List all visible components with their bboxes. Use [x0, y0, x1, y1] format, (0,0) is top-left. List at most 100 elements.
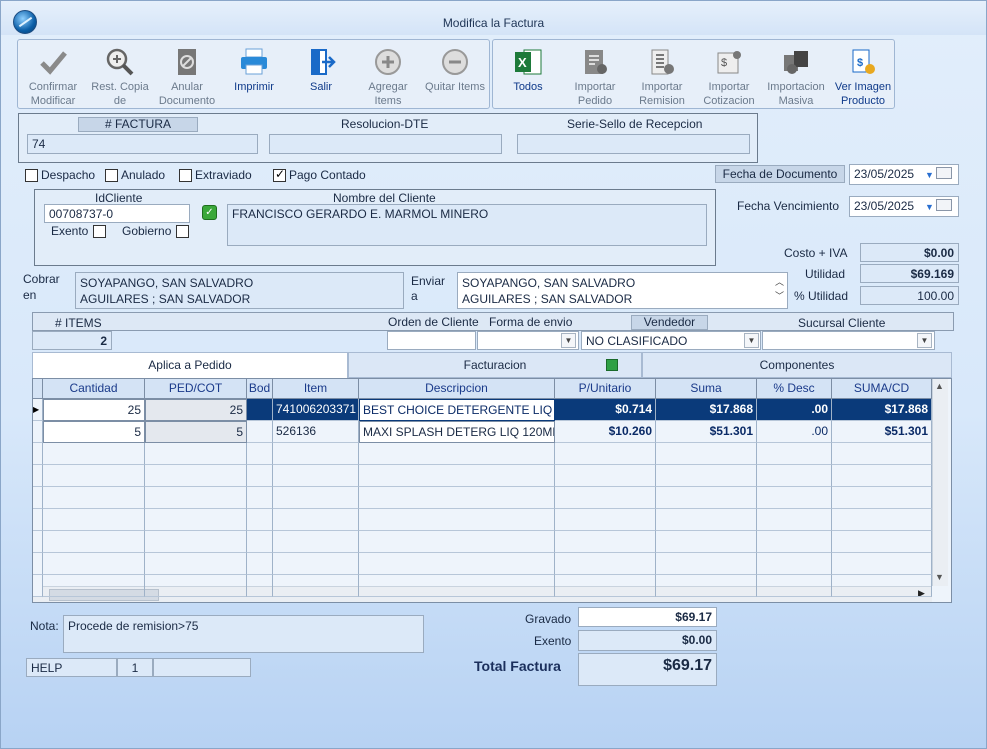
grid-cell[interactable]: [273, 443, 359, 465]
grid-cell[interactable]: [359, 509, 555, 531]
grid-cell[interactable]: [247, 421, 273, 443]
chevron-down-icon[interactable]: ▼: [561, 333, 576, 348]
grid-cell[interactable]: [273, 465, 359, 487]
grid-cell[interactable]: [247, 531, 273, 553]
column-header[interactable]: % Desc: [757, 379, 832, 399]
grid-cell[interactable]: [145, 531, 247, 553]
grid-cell[interactable]: [555, 575, 656, 597]
row-selector[interactable]: [33, 509, 43, 531]
despacho-checkbox[interactable]: [25, 169, 38, 182]
resolucion-field[interactable]: [269, 134, 502, 154]
row-selector[interactable]: [33, 421, 43, 443]
grid-cell[interactable]: MAXI SPLASH DETERG LIQ 120ML: [359, 421, 555, 443]
grid-cell[interactable]: [359, 531, 555, 553]
grid-cell[interactable]: [359, 487, 555, 509]
grid-cell[interactable]: [273, 553, 359, 575]
grid-cell[interactable]: [359, 575, 555, 597]
grid-cell[interactable]: 25: [145, 399, 247, 421]
scroll-down-icon[interactable]: ▼: [935, 572, 944, 582]
grid-cell[interactable]: $0.714: [555, 399, 656, 421]
row-selector[interactable]: [33, 487, 43, 509]
factura-number-field[interactable]: 74: [27, 134, 258, 154]
quitar-items-button[interactable]: Quitar Items: [422, 44, 488, 108]
nombre-cliente-field[interactable]: FRANCISCO GERARDO E. MARMOL MINERO: [227, 204, 707, 246]
date-dropdown-icon[interactable]: ▼: [925, 170, 934, 180]
restaurar-copia-button[interactable]: Rest. Copia de: [87, 44, 153, 108]
pago-contado-checkbox[interactable]: [273, 167, 286, 182]
column-header[interactable]: Suma: [656, 379, 757, 399]
grid-cell[interactable]: [247, 509, 273, 531]
date-dropdown-icon[interactable]: ▼: [925, 202, 934, 212]
grid-cell[interactable]: [273, 509, 359, 531]
grid-cell[interactable]: [247, 399, 273, 421]
grid-cell[interactable]: [656, 465, 757, 487]
grid-cell[interactable]: [757, 509, 832, 531]
grid-cell[interactable]: [555, 509, 656, 531]
address-scroll-icon[interactable]: ︿ ﹀: [775, 275, 784, 303]
imprimir-button[interactable]: Imprimir: [221, 44, 287, 108]
ver-imagen-producto-button[interactable]: $ Ver Imagen Producto: [830, 44, 896, 108]
grid-cell[interactable]: [757, 531, 832, 553]
column-header[interactable]: Descripcion: [359, 379, 555, 399]
grid-cell[interactable]: 741006203371: [273, 399, 359, 421]
column-header[interactable]: Bod: [247, 379, 273, 399]
grid-cell[interactable]: [757, 553, 832, 575]
column-header[interactable]: Item: [273, 379, 359, 399]
column-header[interactable]: Cantidad: [43, 379, 145, 399]
grid-cell[interactable]: [832, 509, 932, 531]
grid-cell[interactable]: [757, 465, 832, 487]
grid-cell[interactable]: [145, 443, 247, 465]
grid-cell[interactable]: BEST CHOICE DETERGENTE LIQ: [359, 399, 555, 421]
idcliente-field[interactable]: 00708737-0: [44, 204, 190, 223]
grid-cell[interactable]: .00: [757, 399, 832, 421]
grid-cell[interactable]: [555, 553, 656, 575]
current-row-icon[interactable]: ▶: [33, 399, 43, 421]
column-header[interactable]: PED/COT: [145, 379, 247, 399]
grid-cell[interactable]: [656, 553, 757, 575]
grid-cell[interactable]: 25: [43, 399, 145, 421]
calendar-icon[interactable]: [936, 167, 952, 179]
importacion-masiva-button[interactable]: Importacion Masiva: [763, 44, 829, 108]
grid-cell[interactable]: [247, 553, 273, 575]
grid-cell[interactable]: [273, 575, 359, 597]
grid-cell[interactable]: $10.260: [555, 421, 656, 443]
nota-field[interactable]: Procede de remision>75: [63, 615, 424, 653]
items-grid[interactable]: ▲ ▼ ◀ ▶ CantidadPED/COTBodItemDescripcio…: [32, 378, 952, 603]
row-selector[interactable]: [33, 531, 43, 553]
grid-cell[interactable]: [43, 487, 145, 509]
grid-cell[interactable]: [832, 553, 932, 575]
scroll-up-icon[interactable]: ▲: [935, 381, 944, 391]
grid-cell[interactable]: [656, 509, 757, 531]
row-selector[interactable]: [33, 575, 43, 597]
grid-cell[interactable]: [359, 465, 555, 487]
vendedor-select[interactable]: NO CLASIFICADO: [581, 331, 761, 350]
grid-cell[interactable]: [656, 531, 757, 553]
grid-cell[interactable]: [145, 487, 247, 509]
grid-cell[interactable]: [832, 487, 932, 509]
grid-cell[interactable]: [757, 443, 832, 465]
grid-cell[interactable]: [359, 443, 555, 465]
grid-cell[interactable]: $17.868: [832, 399, 932, 421]
grid-cell[interactable]: [145, 575, 247, 597]
grid-cell[interactable]: [273, 487, 359, 509]
grid-cell[interactable]: $17.868: [656, 399, 757, 421]
grid-cell[interactable]: [145, 465, 247, 487]
tab-aplica-pedido[interactable]: Aplica a Pedido: [32, 352, 348, 378]
grid-cell[interactable]: [757, 575, 832, 597]
grid-cell[interactable]: 5: [43, 421, 145, 443]
calendar-icon[interactable]: [936, 199, 952, 211]
help-status[interactable]: HELP: [26, 658, 117, 677]
grid-cell[interactable]: [555, 487, 656, 509]
chevron-down-icon[interactable]: ▼: [917, 333, 932, 348]
grid-cell[interactable]: [359, 553, 555, 575]
grid-cell[interactable]: [656, 575, 757, 597]
row-selector[interactable]: [33, 553, 43, 575]
grid-cell[interactable]: [145, 509, 247, 531]
sucursal-cliente-select[interactable]: [762, 331, 935, 350]
column-header[interactable]: P/Unitario: [555, 379, 656, 399]
salir-button[interactable]: Salir: [288, 44, 354, 108]
confirmar-modificar-button[interactable]: Confirmar Modificar: [20, 44, 86, 108]
grid-cell[interactable]: 5: [145, 421, 247, 443]
tab-facturacion[interactable]: Facturacion: [348, 352, 642, 378]
grid-cell[interactable]: [247, 443, 273, 465]
